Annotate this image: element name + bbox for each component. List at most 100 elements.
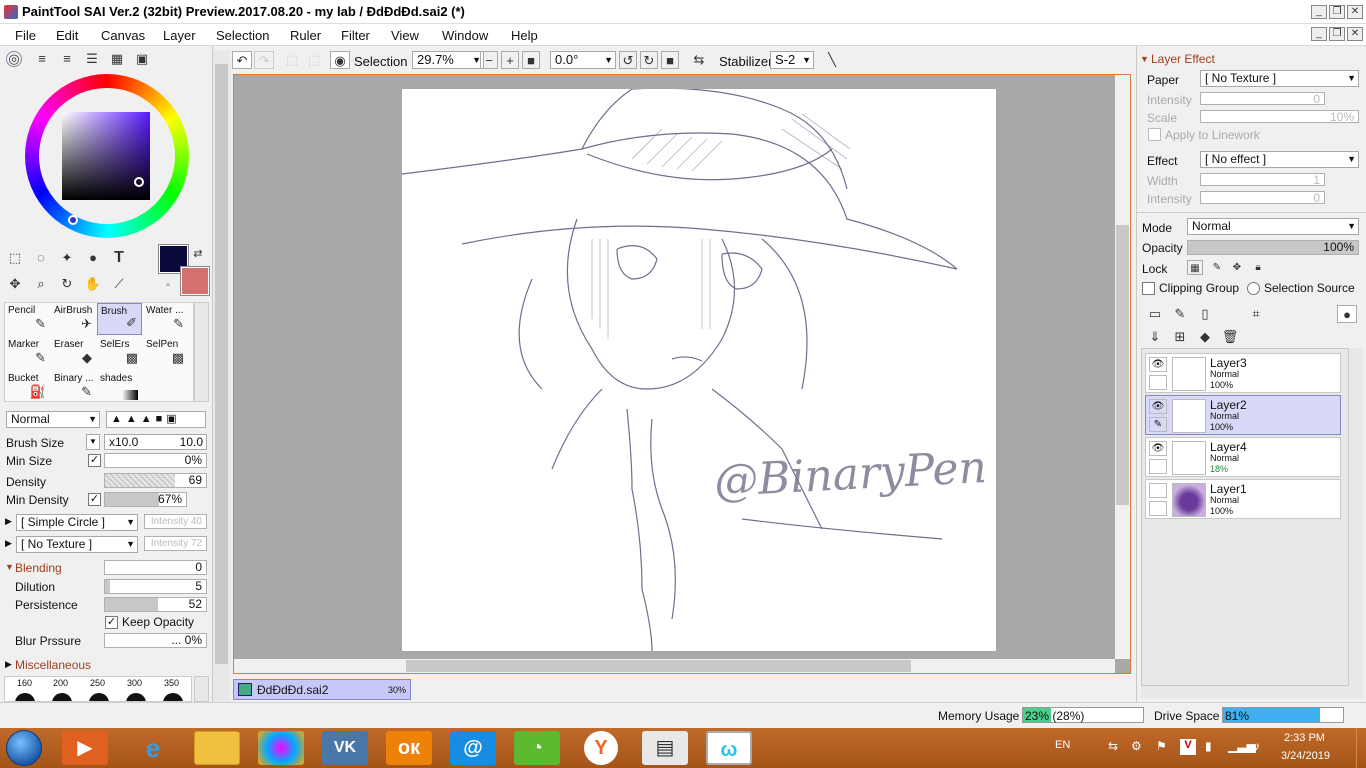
delete-layer-icon[interactable]: 🗑︎ (1220, 328, 1240, 346)
menu-canvas[interactable]: Canvas (101, 28, 145, 43)
eye-icon[interactable]: 👁︎ (1149, 357, 1167, 372)
battery-tray-icon[interactable]: ▮ (1205, 739, 1212, 753)
tool-bucket[interactable]: Bucket ⛽ (5, 371, 50, 403)
persistence-slider[interactable]: 52 (104, 597, 207, 612)
width-slider[interactable]: 1 (1200, 173, 1325, 187)
layer-list-scrollbar[interactable] (1349, 348, 1363, 698)
text-tool-icon[interactable]: T (109, 249, 129, 267)
clipping-group-checkbox[interactable] (1142, 282, 1155, 295)
size-preset-label[interactable]: 350 (164, 678, 179, 688)
document-app-icon[interactable]: ▤ (642, 731, 688, 765)
menu-edit[interactable]: Edit (56, 28, 78, 43)
odnoklassniki-icon[interactable]: ок (386, 731, 432, 765)
density-slider[interactable]: 69 (104, 473, 207, 488)
redo-icon[interactable]: ↷ (254, 51, 274, 69)
settings-tray-icon[interactable]: ⚙ (1131, 739, 1142, 753)
opacity-slider[interactable]: 100% (1187, 240, 1359, 255)
new-folder-icon[interactable]: ▯ (1195, 305, 1215, 323)
tool-pencil[interactable]: Pencil ✎ (5, 303, 50, 335)
zoom-icon[interactable]: ⌕ (31, 275, 51, 293)
eye-icon[interactable]: 👁︎ (1149, 441, 1167, 456)
min-density-checkbox[interactable]: ✓ (88, 493, 101, 506)
size-preset-label[interactable]: 300 (127, 678, 142, 688)
brush-size-field[interactable]: x10.0 10.0 (104, 434, 207, 450)
tool-water[interactable]: Water ... ✎ (143, 303, 188, 335)
size-preset-label[interactable]: 160 (17, 678, 32, 688)
layer-effect-expand-icon[interactable]: ▼ (1140, 54, 1149, 64)
zoom-out-icon[interactable]: − (480, 51, 498, 69)
color-wheel-tab-icon[interactable]: ◎ (6, 51, 22, 67)
zoom-reset-icon[interactable]: ■ (522, 51, 540, 69)
size-preset-label[interactable]: 200 (53, 678, 68, 688)
rotate-icon[interactable]: ↻ (57, 275, 77, 293)
document-tab[interactable]: ĐdĐdĐd.sai2 30% (233, 679, 411, 700)
menu-selection[interactable]: Selection (216, 28, 269, 43)
selection-source-radio[interactable] (1247, 282, 1260, 295)
brush-shape-select[interactable]: [ Simple Circle ] ▼ (16, 514, 138, 531)
layer-item-layer3[interactable]: 👁︎ Layer3 Normal 100% (1145, 353, 1341, 393)
scratchpad-tab-icon[interactable]: ▣ (132, 50, 152, 68)
min-density-slider[interactable]: 67% (104, 492, 187, 507)
new-linework-layer-icon[interactable]: ✎ (1170, 305, 1190, 323)
hsv-slider-tab-icon[interactable]: ≡ (57, 50, 77, 68)
shape-icon[interactable]: ● (83, 249, 103, 267)
tool-shades[interactable]: shades (97, 371, 142, 403)
vk-icon[interactable]: VK (322, 731, 368, 765)
blur-pressure-slider[interactable]: ... 0% (104, 633, 207, 648)
invert-selection-icon[interactable]: ⬚ (304, 51, 324, 69)
layer-item-layer1[interactable]: Layer1 Normal 100% (1145, 479, 1341, 519)
stabilizer-select[interactable]: S-2 ▼ (770, 51, 814, 69)
doc-minimize-button[interactable]: _ (1311, 27, 1327, 41)
effect-select[interactable]: [ No effect ] ▼ (1200, 151, 1359, 168)
flip-horizontal-icon[interactable]: ⇆ (689, 51, 709, 69)
zoom-select[interactable]: 29.7% ▼ (412, 51, 484, 69)
blending-slider[interactable]: 0 (104, 560, 207, 575)
rotate-ccw-icon[interactable]: ↺ (619, 51, 637, 69)
lock-move-icon[interactable]: ✥ (1229, 260, 1245, 275)
language-indicator[interactable]: EN (1055, 739, 1070, 751)
blend-mode-select[interactable]: Normal ▼ (6, 411, 100, 428)
network-tray-icon[interactable]: ⇆ (1108, 739, 1118, 753)
selection-visibility-icon[interactable]: ◉ (330, 51, 350, 69)
apply-linework-checkbox[interactable] (1148, 128, 1161, 141)
keep-opacity-checkbox[interactable]: ✓ (105, 616, 118, 629)
rgb-slider-tab-icon[interactable]: ≡ (32, 50, 52, 68)
rotate-reset-icon[interactable]: ■ (661, 51, 679, 69)
crop-icon[interactable]: ⌗ (1246, 305, 1266, 323)
min-size-slider[interactable]: 0% (104, 453, 207, 468)
layer-item-layer2[interactable]: 👁︎ ✎ Layer2 Normal 100% (1145, 395, 1341, 435)
straight-line-icon[interactable]: ╲ (822, 51, 842, 69)
brush-size-multiplier[interactable]: ▼ (86, 434, 100, 450)
blending-expand-icon[interactable]: ▼ (5, 562, 14, 572)
brush-tip-shapes[interactable]: ▲▲▲■▣ (106, 411, 206, 428)
antivirus-tray-icon[interactable]: V (1180, 739, 1196, 755)
menu-window[interactable]: Window (442, 28, 488, 43)
rotate-cw-icon[interactable]: ↻ (640, 51, 658, 69)
media-player-icon[interactable]: ▶ (62, 731, 108, 765)
pencil-icon[interactable]: ✎ (1149, 417, 1167, 432)
left-scroll-thumb[interactable] (215, 64, 228, 664)
doc-close-button[interactable]: ✕ (1347, 27, 1363, 41)
tool-selpen[interactable]: SelPen ▩ (143, 337, 188, 369)
tool-marker[interactable]: Marker ✎ (5, 337, 50, 369)
transparent-color-icon[interactable]: ▫ (160, 277, 176, 295)
paint-app-icon[interactable] (258, 731, 304, 765)
menu-file[interactable]: File (15, 28, 36, 43)
menu-view[interactable]: View (391, 28, 419, 43)
menu-ruler[interactable]: Ruler (290, 28, 321, 43)
brush-shape-expand-icon[interactable]: ▶ (5, 516, 12, 527)
layer-item-layer4[interactable]: 👁︎ Layer4 Normal 18% (1145, 437, 1341, 477)
yandex-icon[interactable]: Y (584, 731, 618, 765)
layer-edit-slot[interactable] (1149, 375, 1167, 390)
close-button[interactable]: ✕ (1347, 5, 1363, 19)
merge-down-icon[interactable]: ⇓ (1145, 328, 1165, 346)
canvas-vscroll[interactable] (1115, 75, 1130, 659)
start-button-icon[interactable] (6, 730, 42, 766)
size-presets-scrollbar[interactable] (194, 676, 209, 702)
eye-icon[interactable]: 👁︎ (1149, 399, 1167, 414)
clock-date[interactable]: 3/24/2019 (1281, 750, 1330, 762)
tool-brush[interactable]: Brush ✐ (97, 303, 142, 335)
tool-eraser[interactable]: Eraser ◆ (51, 337, 96, 369)
swap-colors-icon[interactable]: ⇄ (191, 245, 205, 263)
color-picker-handle[interactable] (134, 177, 144, 187)
